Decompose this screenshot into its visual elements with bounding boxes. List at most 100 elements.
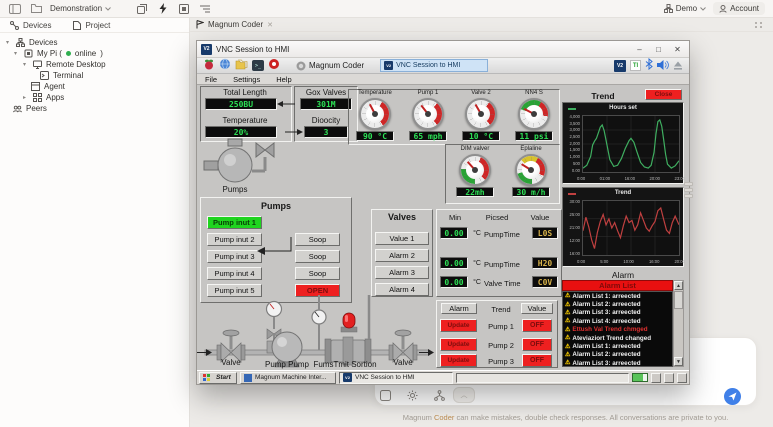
scroll-up-icon[interactable]: ▲ <box>674 281 683 290</box>
folder-icon[interactable] <box>29 3 43 15</box>
tick-label: 0:00 <box>577 175 586 181</box>
account-button[interactable]: Account <box>713 2 765 15</box>
alarm-list-item[interactable]: ⚠ Alarm List 4: arreected <box>563 317 672 325</box>
menu-settings[interactable]: Settings <box>233 75 260 84</box>
alarm-list-item[interactable]: ⚠ Alarm List 2: arreected <box>563 300 672 308</box>
pump-inut-2-button[interactable]: Pump inut 2 <box>207 233 262 246</box>
alarm-list-item[interactable]: ⚠ Alarm List 3: arreected <box>563 359 672 367</box>
scroll-down-icon[interactable]: ▼ <box>674 357 683 366</box>
magnum-coder-launcher[interactable]: Magnum Coder <box>292 60 368 72</box>
vnc-tray-icon[interactable]: V2 <box>614 59 626 72</box>
window-title-bar[interactable]: V2 VNC Session to HMI – □ ✕ <box>197 41 689 58</box>
alarm-list-item[interactable]: ⚠ Ateviaziort Trend changed <box>563 334 672 342</box>
sidebar-item-devices[interactable]: ▾ Devices <box>0 37 189 48</box>
start-button[interactable]: Start <box>199 371 237 384</box>
drag-handle[interactable] <box>755 21 763 28</box>
task-button-magnum[interactable]: Magnum Machine Inter... <box>240 371 336 384</box>
tray-item[interactable] <box>651 372 661 383</box>
sidebar-item-peers[interactable]: Peers <box>0 103 189 114</box>
pump-inut-3-button[interactable]: Pump inut 3 <box>207 250 262 263</box>
update-button[interactable]: Update <box>440 338 477 351</box>
text-input-icon[interactable]: TI <box>630 60 641 71</box>
alarm-list-item[interactable]: ⚠ Alarm List 2: arreected <box>563 351 672 359</box>
alarm-list-item[interactable]: ⚠ Alarm List 3: arreected <box>563 309 672 317</box>
bluetooth-icon[interactable] <box>645 57 653 75</box>
frame-icon[interactable] <box>177 3 191 15</box>
send-button[interactable] <box>724 388 741 405</box>
branch-icon[interactable] <box>434 390 445 401</box>
tray-item[interactable] <box>664 372 674 383</box>
tick-label: 16:00 <box>624 175 636 181</box>
screen: Demonstration Demo Account Devices Proje… <box>0 0 773 427</box>
panel-handle[interactable] <box>684 188 693 192</box>
y-axis-ticks: 4,000 3,500 3,000 2,500 2,000 1,500 1,000 500 0.… <box>564 114 580 173</box>
menu-file[interactable]: File <box>205 75 217 84</box>
soop-button[interactable]: Soop <box>295 233 340 246</box>
alarm-3-button[interactable]: Alarm 3 <box>375 266 429 279</box>
align-lines-icon[interactable] <box>198 3 212 15</box>
red-app-icon[interactable] <box>268 57 280 75</box>
display-value: 301M <box>300 98 352 110</box>
sidebar-item-terminal[interactable]: Terminal <box>0 70 189 81</box>
raspberry-menu-icon[interactable] <box>203 57 215 75</box>
alarm-list-item[interactable]: ⚠ Ettush Val Trend chmged <box>563 326 672 334</box>
minimize-button[interactable]: – <box>632 45 647 54</box>
soop-button[interactable]: Soop <box>295 267 340 280</box>
alarm-list-item[interactable]: ⚠ Alarm List 1: arreected <box>563 292 672 300</box>
sidebar-toggle-icon[interactable] <box>8 3 22 15</box>
gauge-value: 10 °C <box>462 131 500 141</box>
pump-status-value: OFF <box>522 338 552 351</box>
tray-item[interactable] <box>677 372 687 383</box>
alarm-list: ⚠ Alarm List 1: arreected ⚠ Alarm List 2: … <box>562 291 673 367</box>
pump-inut-1-button[interactable]: Pump inut 1 <box>207 216 262 229</box>
menu-help[interactable]: Help <box>276 75 291 84</box>
flow-arrow <box>285 129 303 135</box>
trend-chart-hours-set: Hours set 4,000 3,500 3,000 2,500 2,000 1,500… <box>562 102 685 184</box>
gear-icon[interactable] <box>407 390 418 401</box>
alarm-scrollbar[interactable]: ▲ ▼ <box>673 280 684 367</box>
task-button-vnc[interactable]: V2 VNC Session to HMI <box>339 371 453 384</box>
soop-button[interactable]: Soop <box>295 250 340 263</box>
copy-icon[interactable] <box>135 3 149 15</box>
sidebar-item-apps[interactable]: ▸ Apps <box>0 92 189 103</box>
expand-chevron-button[interactable]: ︿ <box>453 387 475 403</box>
tab-magnum-coder[interactable]: Magnum Coder ✕ <box>196 20 273 29</box>
project-selector[interactable]: Demonstration <box>50 4 111 13</box>
sidebar-item-agent[interactable]: Agent <box>0 81 189 92</box>
warning-icon: ⚠ <box>565 351 571 358</box>
maximize-button[interactable]: □ <box>651 45 666 54</box>
update-button[interactable]: Update <box>440 319 477 332</box>
gauge-valve-2: Valve 2 10 °C <box>455 90 507 141</box>
scroll-thumb[interactable] <box>674 291 683 309</box>
trend-close-button[interactable]: Close <box>645 89 682 100</box>
terminal-app-icon[interactable]: >_ <box>252 60 264 71</box>
eject-icon[interactable] <box>673 57 683 75</box>
browser-globe-icon[interactable] <box>219 57 231 75</box>
file-manager-icon[interactable] <box>235 57 248 75</box>
editor-tab-strip: Magnum Coder ✕ <box>190 18 773 32</box>
active-task-tab[interactable]: V2 VNC Session to HMI <box>380 59 489 72</box>
alarm-2-button[interactable]: Alarm 2 <box>375 249 429 262</box>
tab-devices[interactable]: Devices <box>10 20 51 30</box>
attach-icon[interactable] <box>380 390 391 401</box>
close-tab-icon[interactable]: ✕ <box>267 21 273 29</box>
pump-inut-4-button[interactable]: Pump inut 4 <box>207 267 262 280</box>
volume-icon[interactable] <box>657 57 669 75</box>
gauge-value: 65 mph <box>409 131 447 141</box>
demo-menu[interactable]: Demo <box>663 4 706 13</box>
alarm-list-item[interactable]: ⚠ Alarm List 1: arreected <box>563 342 672 350</box>
update-button[interactable]: Update <box>440 354 477 367</box>
remote-taskbar: Start Magnum Machine Inter... V2 VNC Ses… <box>197 370 689 384</box>
sidebar-item-mypi[interactable]: ▾ My Pi (online) <box>0 48 189 59</box>
close-button[interactable]: ✕ <box>670 45 685 54</box>
start-flag-icon <box>203 374 210 381</box>
panel-handle[interactable] <box>684 194 693 198</box>
tab-project[interactable]: Project <box>73 20 110 30</box>
value-1-button[interactable]: Value 1 <box>375 232 429 245</box>
sidebar-item-remote-desktop[interactable]: ▾ Remote Desktop <box>0 59 189 70</box>
vnc-logo-icon: V2 <box>201 43 212 55</box>
terminal-icon <box>40 71 49 80</box>
panel-handle[interactable] <box>684 182 693 186</box>
tick-label: 0:00 <box>577 258 586 264</box>
bolt-icon[interactable] <box>156 3 170 15</box>
